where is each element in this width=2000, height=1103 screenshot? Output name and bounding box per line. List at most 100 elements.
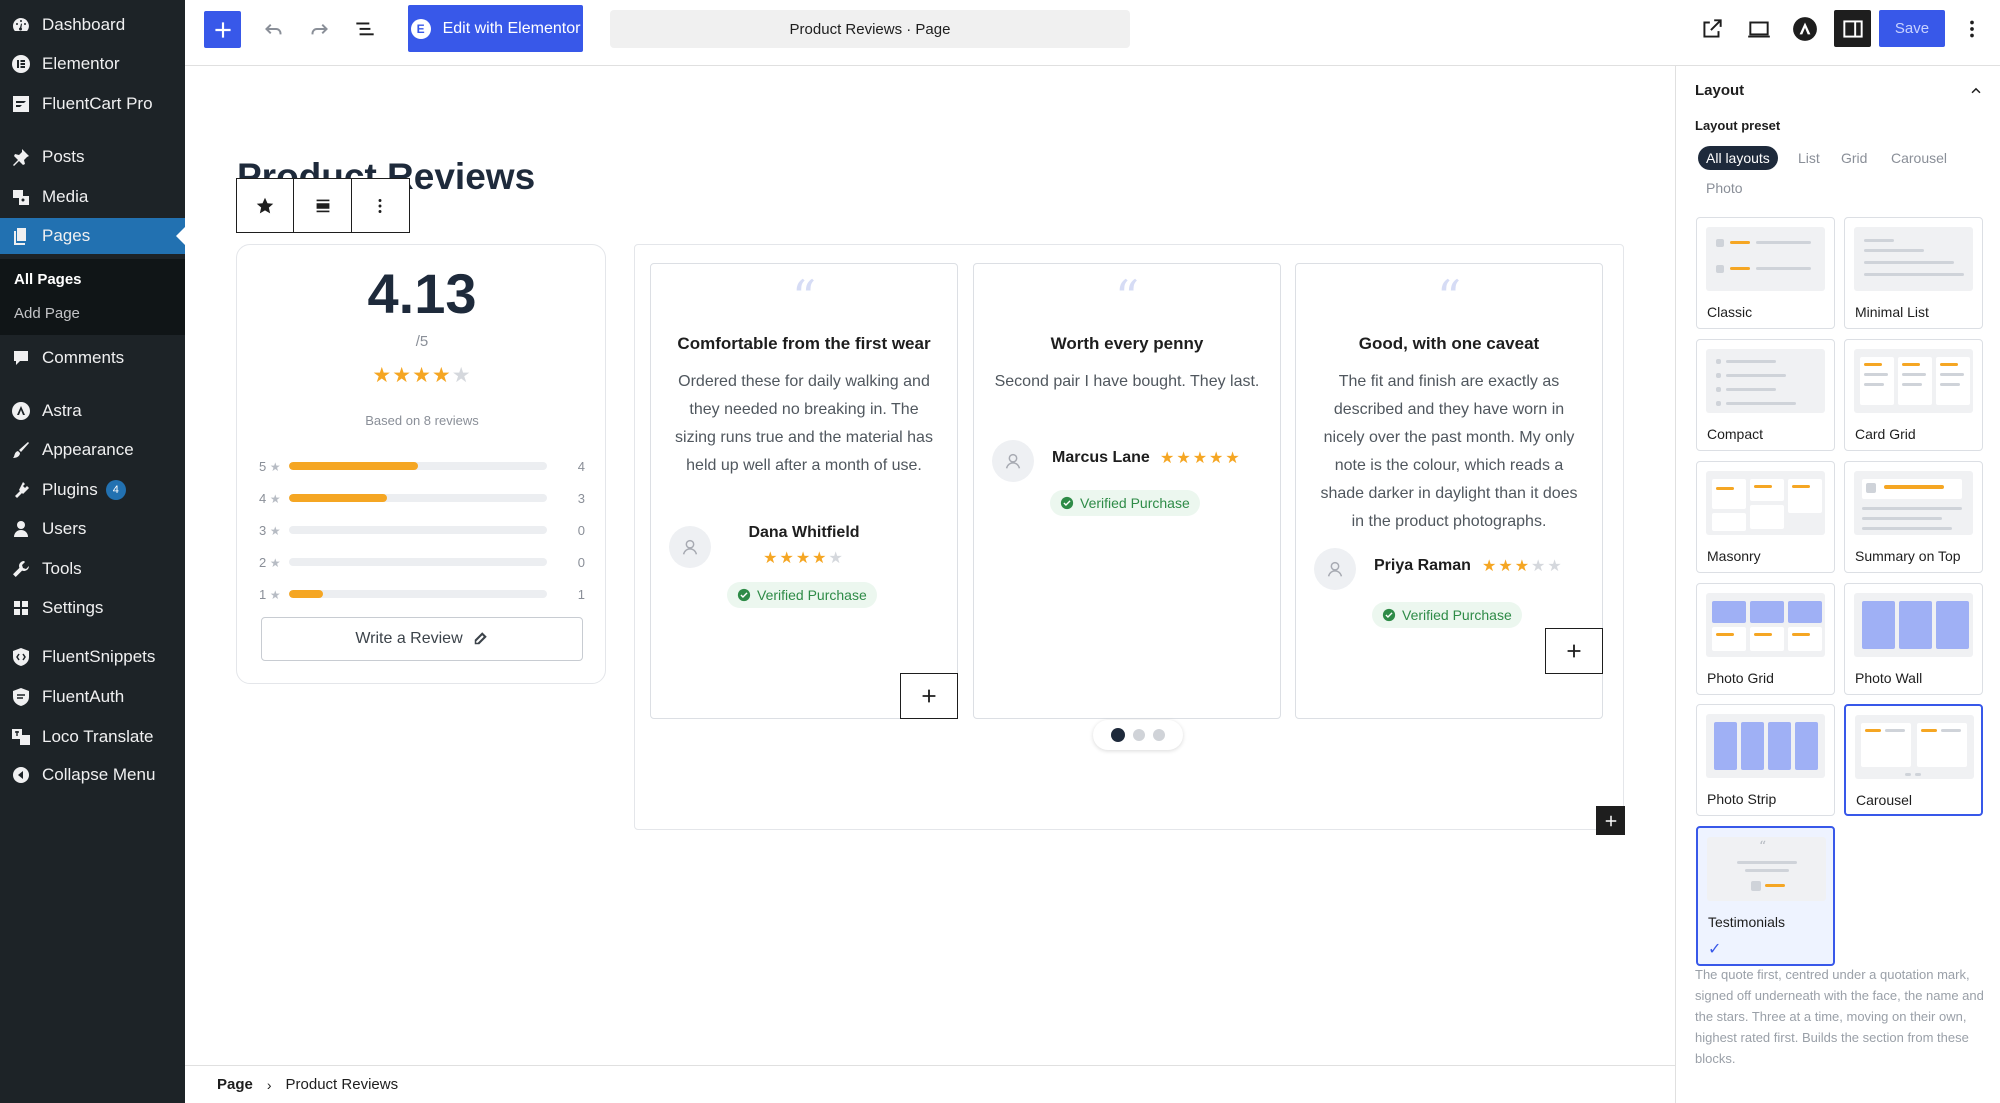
sidebar-item-media[interactable]: Media [0, 179, 185, 215]
carousel-dot[interactable] [1153, 729, 1165, 741]
filter-chip-grid[interactable]: Grid [1833, 146, 1875, 170]
carousel-pagination[interactable] [1093, 720, 1183, 750]
filter-chip-list[interactable]: List [1790, 146, 1828, 170]
view-page-button[interactable] [1695, 12, 1729, 46]
layout-name: Minimal List [1855, 304, 1929, 320]
review-card[interactable]: “ Worth every penny Second pair I have b… [973, 263, 1281, 719]
align-button[interactable] [294, 179, 352, 232]
options-menu-button[interactable] [1955, 12, 1989, 46]
block-options-button[interactable] [352, 179, 409, 232]
star-count: 1 [577, 586, 585, 602]
sidebar-item-fluentauth[interactable]: FluentAuth [0, 679, 185, 715]
dashboard-icon [10, 14, 32, 36]
breadcrumb-current[interactable]: Product Reviews [286, 1076, 399, 1093]
sidebar-item-plugins[interactable]: Plugins 4 [0, 472, 185, 508]
block-inserter-button[interactable] [204, 11, 241, 48]
avatar [1314, 548, 1356, 590]
star-level: 2 ★ [259, 554, 281, 570]
review-title: Worth every penny [1050, 334, 1204, 353]
sidebar-panel-icon [1842, 19, 1863, 38]
write-review-button[interactable]: Write a Review [261, 617, 583, 661]
pages-icon [10, 225, 32, 247]
layout-preset-summary-on-top[interactable]: Summary on Top [1844, 461, 1983, 573]
document-title-bar[interactable]: Product Reviews · Page [610, 10, 1130, 48]
external-link-icon [1703, 19, 1722, 38]
layout-preset-classic[interactable]: Classic [1696, 217, 1835, 329]
sidebar-item-comments[interactable]: Comments [0, 340, 185, 376]
star-level: 3 ★ [259, 522, 281, 538]
redo-button[interactable] [302, 12, 336, 46]
rating-summary-card[interactable]: 4.13 /5 ★★★★★ Based on 8 reviews 5 ★ 4 4 ★… [236, 244, 606, 684]
plugin-icon [10, 479, 32, 501]
submenu-all-pages[interactable]: All Pages [14, 271, 82, 288]
layout-thumbnail [1854, 349, 1973, 413]
elementor-icon: E [410, 18, 431, 39]
submenu-add-page[interactable]: Add Page [14, 305, 80, 322]
add-block-button[interactable] [1545, 628, 1603, 674]
layout-thumbnail [1854, 227, 1973, 291]
sidebar-item-elementor[interactable]: Elementor [0, 46, 185, 82]
star-level: 5 ★ [259, 458, 281, 474]
filter-chip-photo[interactable]: Photo [1698, 176, 1751, 200]
sidebar-item-users[interactable]: Users [0, 511, 185, 547]
verified-badge: Verified Purchase [1372, 602, 1522, 628]
document-overview-button[interactable] [348, 12, 382, 46]
quote-mark-icon: “ [791, 270, 817, 326]
sidebar-label: FluentCart Pro [42, 94, 153, 113]
settings-panel: Layout Layout preset All layouts List Grid… [1675, 66, 2000, 1103]
star-icon: ★ [269, 459, 281, 474]
sidebar-item-fluentsnippets[interactable]: FluentSnippets [0, 639, 185, 675]
layout-description: The quote first, centred under a quotati… [1695, 967, 1984, 1066]
settings-panel-toggle[interactable] [1834, 10, 1871, 47]
star-icon: ★ [269, 523, 281, 538]
layout-preset-photo-grid[interactable]: Photo Grid [1696, 583, 1835, 695]
filter-chip-carousel[interactable]: Carousel [1883, 146, 1955, 170]
layout-name: Photo Grid [1707, 670, 1774, 686]
sidebar-item-pages[interactable]: Pages [0, 218, 185, 254]
sidebar-label: Tools [42, 559, 82, 578]
distribution-row: 5 ★ 4 [259, 458, 585, 474]
preview-device-button[interactable] [1742, 12, 1776, 46]
layout-preset-compact[interactable]: Compact [1696, 339, 1835, 451]
breadcrumb-root[interactable]: Page [217, 1076, 253, 1093]
sidebar-item-appearance[interactable]: Appearance [0, 432, 185, 468]
write-review-label: Write a Review [355, 630, 463, 647]
undo-button[interactable] [257, 12, 291, 46]
sidebar-item-settings[interactable]: Settings [0, 590, 185, 626]
layout-preset-card-grid[interactable]: Card Grid [1844, 339, 1983, 451]
distribution-fill [289, 462, 418, 470]
layout-preset-carousel[interactable]: Carousel [1844, 704, 1983, 816]
sidebar-label: Loco Translate [42, 727, 154, 746]
layout-preset-minimal-list[interactable]: Minimal List [1844, 217, 1983, 329]
sidebar-collapse-menu[interactable]: Collapse Menu [0, 757, 185, 793]
layout-name: Compact [1707, 426, 1764, 442]
sidebar-item-tools[interactable]: Tools [0, 551, 185, 587]
carousel-dot[interactable] [1133, 729, 1145, 741]
layout-preset-masonry[interactable]: Masonry [1696, 461, 1835, 573]
astra-settings-button[interactable] [1788, 12, 1822, 46]
layout-preset-photo-wall[interactable]: Photo Wall [1844, 583, 1983, 695]
layout-preset-testimonials[interactable]: “ Testimonials ✓ [1696, 826, 1835, 966]
filter-chip-all-layouts[interactable]: All layouts [1698, 146, 1778, 170]
sidebar-item-dashboard[interactable]: Dashboard [0, 7, 185, 43]
sidebar-item-astra[interactable]: Astra [0, 393, 185, 429]
sidebar-item-fluentcart[interactable]: FluentCart Pro [0, 86, 185, 122]
carousel-dot[interactable] [1111, 728, 1125, 742]
add-block-button[interactable] [900, 673, 958, 719]
sidebar-item-loco-translate[interactable]: Loco Translate [0, 719, 185, 755]
block-type-button[interactable] [237, 179, 295, 232]
collapse-icon [10, 764, 32, 786]
reviews-carousel[interactable]: “ Comfortable from the first wear Ordere… [634, 244, 1624, 830]
layout-section-header[interactable]: Layout [1695, 72, 1985, 108]
sidebar-item-posts[interactable]: Posts [0, 139, 185, 175]
review-author: Marcus Lane [1052, 449, 1150, 466]
layout-preset-photo-strip[interactable]: Photo Strip [1696, 704, 1835, 816]
review-card[interactable]: “ Good, with one caveat The fit and fini… [1295, 263, 1603, 719]
save-button[interactable]: Save [1879, 10, 1945, 47]
append-block-button[interactable] [1596, 806, 1625, 835]
edit-with-elementor-button[interactable]: E Edit with Elementor [408, 5, 583, 52]
layout-name: Card Grid [1855, 426, 1916, 442]
review-card[interactable]: “ Comfortable from the first wear Ordere… [650, 263, 958, 719]
star-level: 1 ★ [259, 586, 281, 602]
layout-thumbnail [1706, 714, 1825, 778]
